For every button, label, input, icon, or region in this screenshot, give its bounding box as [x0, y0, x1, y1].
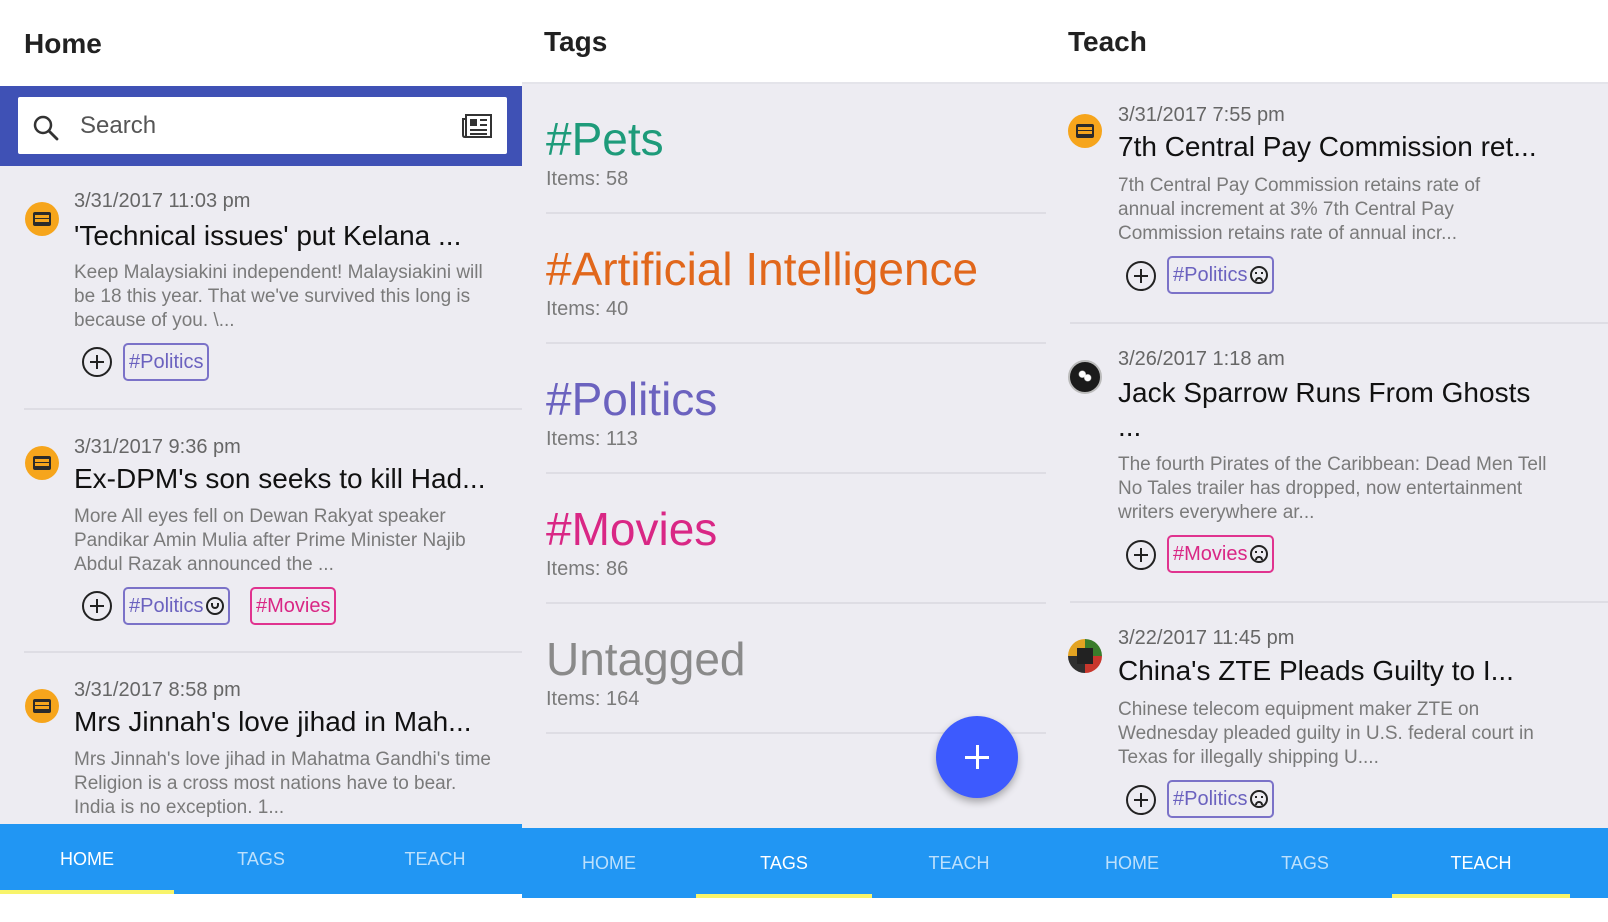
tag-count: Items: 164	[546, 688, 640, 710]
teach-screen: Teach 3/31/2017 7:55 pm 7th Central Pay …	[1046, 0, 1608, 922]
sad-face-icon	[1250, 790, 1269, 808]
tag-list: #Pets Items: 58 #Artificial Intelligence…	[522, 84, 1046, 828]
tag-name: #Politics	[546, 373, 718, 425]
tab-home[interactable]: HOME	[522, 828, 696, 898]
tag-count: Items: 86	[546, 558, 629, 580]
teach-list: 3/31/2017 7:55 pm 7th Central Pay Commis…	[1046, 84, 1608, 828]
tab-teach[interactable]: TEACH	[872, 828, 1046, 898]
article-headline: Jack Sparrow Runs From Ghosts ...	[1118, 377, 1531, 442]
tag-chip-politics[interactable]: #Politics	[123, 587, 231, 625]
add-tag-button[interactable]	[82, 591, 112, 621]
add-tag-fab[interactable]	[936, 716, 1018, 798]
home-screen: Home 3/31/2017 11:03 pm 'Technical issue…	[0, 0, 522, 922]
tag-row-artificial-intelligence[interactable]: #Artificial Intelligence Items: 40	[522, 214, 1046, 344]
page-title: Home	[24, 28, 102, 59]
tab-teach[interactable]: TEACH	[1392, 828, 1570, 898]
add-tag-button[interactable]	[1126, 785, 1156, 815]
add-tag-button[interactable]	[1126, 540, 1156, 570]
bottom-nav: HOME TAGS TEACH	[0, 824, 522, 894]
tag-name: Untagged	[546, 633, 746, 685]
tab-home[interactable]: HOME	[1046, 828, 1218, 898]
tab-teach[interactable]: TEACH	[348, 824, 522, 894]
tag-chip-politics[interactable]: #Politics	[1167, 256, 1275, 294]
tag-name: #Pets	[546, 113, 664, 165]
tag-name: #Movies	[546, 503, 718, 555]
tab-tags[interactable]: TAGS	[174, 824, 348, 894]
article-summary: Chinese telecom equipment maker ZTE on W…	[1118, 699, 1534, 768]
article-card[interactable]: 3/22/2017 11:45 pm China's ZTE Pleads Gu…	[1046, 603, 1608, 828]
tag-chip-politics[interactable]: #Politics	[1167, 780, 1275, 818]
app-bar: Tags	[522, 0, 1046, 84]
sad-face-icon	[1250, 545, 1269, 563]
newspaper-icon[interactable]	[461, 113, 493, 144]
news-icon	[25, 446, 59, 480]
article-date: 3/22/2017 11:45 pm	[1118, 627, 1295, 649]
pirate-avatar	[1068, 360, 1102, 394]
article-summary: Mrs Jinnah's love jihad in Mahatma Gandh…	[74, 749, 491, 818]
article-list: 3/31/2017 11:03 pm 'Technical issues' pu…	[0, 166, 522, 826]
article-date: 3/31/2017 11:03 pm	[74, 190, 251, 212]
app-bar: Teach	[1046, 0, 1608, 84]
article-card[interactable]: 3/31/2017 11:03 pm 'Technical issues' pu…	[0, 166, 522, 410]
article-headline: Ex-DPM's son seeks to kill Had...	[74, 463, 486, 494]
tag-name: #Artificial Intelligence	[546, 243, 979, 295]
article-headline: 7th Central Pay Commission ret...	[1118, 131, 1537, 162]
article-headline: Mrs Jinnah's love jihad in Mah...	[74, 706, 472, 737]
article-summary: 7th Central Pay Commission retains rate …	[1118, 175, 1481, 244]
article-summary: Keep Malaysiakini independent! Malaysiak…	[74, 262, 483, 331]
article-card[interactable]: 3/31/2017 8:58 pm Mrs Jinnah's love jiha…	[0, 653, 522, 826]
tab-tags[interactable]: TAGS	[696, 828, 872, 898]
tag-row-politics[interactable]: #Politics Items: 113	[522, 344, 1046, 474]
article-summary: More All eyes fell on Dewan Rakyat speak…	[74, 506, 466, 575]
tag-count: Items: 40	[546, 298, 629, 320]
tag-row-pets[interactable]: #Pets Items: 58	[522, 84, 1046, 214]
search-input[interactable]	[78, 105, 462, 147]
sad-face-icon	[1250, 266, 1269, 284]
tag-count: Items: 113	[546, 428, 638, 450]
happy-face-icon	[206, 597, 225, 615]
tag-count: Items: 58	[546, 168, 629, 190]
search-box[interactable]	[18, 97, 507, 154]
news-icon	[25, 689, 59, 723]
bottom-nav: HOME TAGS TEACH	[522, 828, 1046, 898]
article-card[interactable]: 3/31/2017 9:36 pm Ex-DPM's son seeks to …	[0, 410, 522, 653]
news-icon	[1068, 114, 1102, 148]
article-card[interactable]: 3/26/2017 1:18 am Jack Sparrow Runs From…	[1046, 324, 1608, 603]
app-bar: Home	[0, 0, 522, 84]
news-icon	[25, 202, 59, 236]
add-tag-button[interactable]	[82, 347, 112, 377]
article-summary: The fourth Pirates of the Caribbean: Dea…	[1118, 454, 1547, 523]
article-date: 3/31/2017 9:36 pm	[74, 436, 241, 458]
bottom-nav: HOME TAGS TEACH	[1046, 828, 1608, 898]
search-bar	[0, 86, 522, 166]
search-icon	[32, 114, 60, 147]
page-title: Teach	[1068, 26, 1147, 57]
tags-screen: Tags #Pets Items: 58 #Artificial Intelli…	[522, 0, 1046, 922]
article-headline: China's ZTE Pleads Guilty to I...	[1118, 655, 1514, 686]
tag-row-untagged[interactable]: Untagged Items: 164	[522, 604, 1046, 734]
china-avatar	[1068, 639, 1102, 673]
article-card[interactable]: 3/31/2017 7:55 pm 7th Central Pay Commis…	[1046, 84, 1608, 324]
article-date: 3/26/2017 1:18 am	[1118, 348, 1285, 370]
article-date: 3/31/2017 7:55 pm	[1118, 104, 1285, 126]
tab-tags[interactable]: TAGS	[1218, 828, 1392, 898]
article-date: 3/31/2017 8:58 pm	[74, 679, 241, 701]
tag-row-movies[interactable]: #Movies Items: 86	[522, 474, 1046, 604]
tag-chip-movies[interactable]: #Movies	[1167, 535, 1275, 573]
tag-chip-movies[interactable]: #Movies	[250, 587, 337, 625]
tag-chip-politics[interactable]: #Politics	[123, 343, 210, 381]
tab-home[interactable]: HOME	[0, 824, 174, 894]
page-title: Tags	[544, 26, 608, 57]
add-tag-button[interactable]	[1126, 261, 1156, 291]
article-headline: 'Technical issues' put Kelana ...	[74, 220, 462, 251]
